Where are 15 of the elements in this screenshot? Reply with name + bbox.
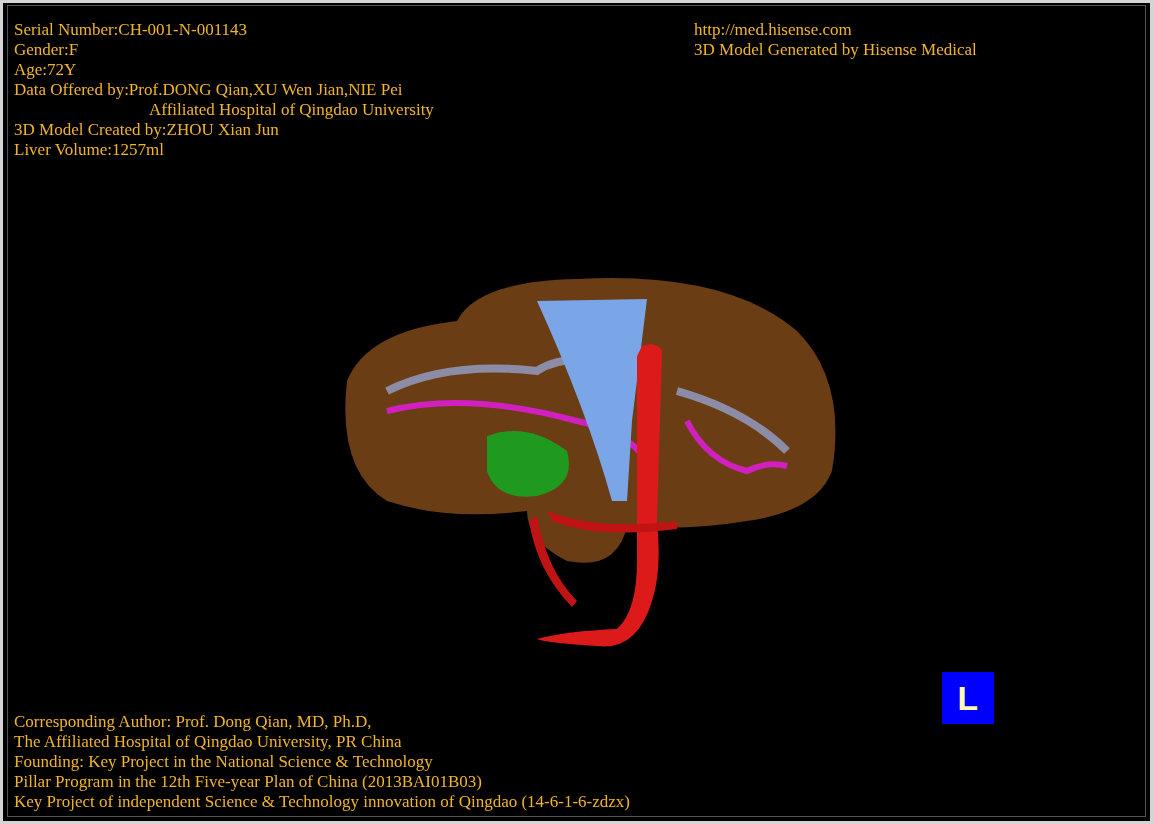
footer-text: Pillar Program in the 12th Five-year Plan of China (2013BAI01B03)	[14, 772, 482, 792]
info-text: 3D Model Generated by Hisense Medical	[694, 40, 977, 60]
info-text: 3D Model Created by:ZHOU Xian Jun	[14, 120, 279, 140]
footer-text: Founding: Key Project in the National Science & Technology	[14, 752, 433, 772]
orientation-marker: L	[942, 672, 994, 724]
footer-text: Corresponding Author: Prof. Dong Qian, MD, Ph.D,	[14, 712, 372, 732]
info-text: http://med.hisense.com	[694, 20, 852, 40]
info-text: Age:72Y	[14, 60, 77, 80]
info-text: Gender:F	[14, 40, 79, 60]
info-text: Affiliated Hospital of Qingdao University	[149, 100, 434, 120]
info-text: Data Offered by:Prof.DONG Qian,XU Wen Jian,NIE Pei	[14, 80, 403, 100]
info-text: Liver Volume:1257ml	[14, 140, 164, 160]
footer-text: Key Project of independent Science & Technology innovation of Qingdao (14-6-1-6-zdzx)	[14, 792, 630, 812]
footer-text: The Affiliated Hospital of Qingdao University, PR China	[14, 732, 402, 752]
info-text: Serial Number:CH-001-N-001143	[14, 20, 248, 40]
